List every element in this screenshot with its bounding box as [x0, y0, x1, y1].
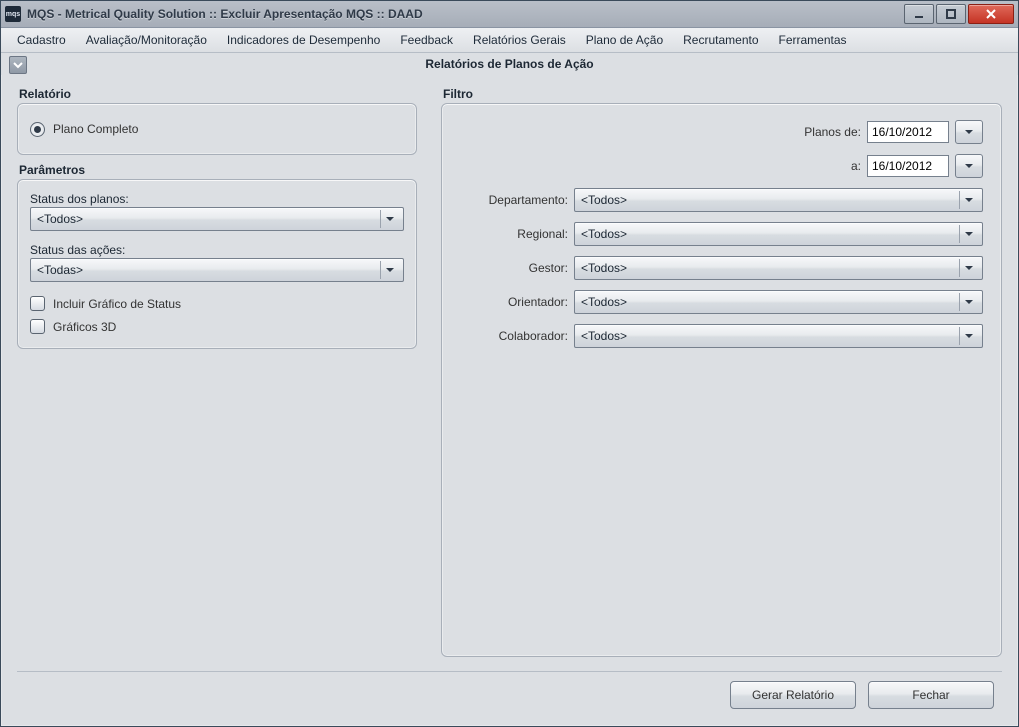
left-column: Relatório Plano Completo Parâmetros Stat… — [17, 83, 417, 667]
menu-indicadores[interactable]: Indicadores de Desempenho — [217, 28, 390, 52]
checkbox-icon — [30, 319, 45, 334]
a-input[interactable] — [867, 155, 949, 177]
gestor-select[interactable]: <Todos> — [574, 256, 983, 280]
a-label: a: — [460, 159, 861, 173]
colaborador-row: Colaborador: <Todos> — [460, 324, 983, 348]
departamento-row: Departamento: <Todos> — [460, 188, 983, 212]
orientador-value: <Todos> — [581, 295, 959, 309]
window-title: MQS - Metrical Quality Solution :: Exclu… — [27, 7, 423, 21]
fechar-label: Fechar — [912, 688, 949, 702]
planos-de-row: Planos de: — [460, 120, 983, 144]
right-column: Filtro Planos de: a: — [441, 83, 1002, 667]
chevron-down-icon — [964, 161, 974, 171]
status-acoes-select[interactable]: <Todas> — [30, 258, 404, 282]
chevron-down-icon — [959, 191, 978, 209]
chevron-down-icon — [13, 60, 23, 70]
menu-cadastro[interactable]: Cadastro — [7, 28, 76, 52]
close-icon — [985, 8, 997, 20]
gerar-relatorio-label: Gerar Relatório — [752, 688, 834, 702]
group-parametros-label: Parâmetros — [17, 163, 417, 179]
incluir-grafico-label: Incluir Gráfico de Status — [53, 297, 181, 311]
planos-de-date-button[interactable] — [955, 120, 983, 144]
gestor-row: Gestor: <Todos> — [460, 256, 983, 280]
departamento-value: <Todos> — [581, 193, 959, 207]
incluir-grafico-check[interactable]: Incluir Gráfico de Status — [30, 292, 404, 315]
page-title: Relatórios de Planos de Ação — [425, 57, 593, 71]
app-icon: mqs — [5, 6, 21, 22]
orientador-select[interactable]: <Todos> — [574, 290, 983, 314]
chevron-down-icon — [964, 127, 974, 137]
window-controls — [904, 4, 1014, 24]
colaborador-select[interactable]: <Todos> — [574, 324, 983, 348]
gestor-value: <Todos> — [581, 261, 959, 275]
menu-avaliacao[interactable]: Avaliação/Monitoração — [76, 28, 217, 52]
chevron-down-icon — [959, 327, 978, 345]
orientador-label: Orientador: — [460, 295, 568, 309]
collapse-panel-button[interactable] — [9, 56, 27, 74]
menu-ferramentas[interactable]: Ferramentas — [769, 28, 857, 52]
content-area: Relatório Plano Completo Parâmetros Stat… — [1, 75, 1018, 671]
group-parametros-frame: Status dos planos: <Todos> Status das aç… — [17, 179, 417, 349]
chevron-down-icon — [959, 259, 978, 277]
close-button[interactable] — [968, 4, 1014, 24]
menu-relatorios-gerais[interactable]: Relatórios Gerais — [463, 28, 576, 52]
graficos-3d-label: Gráficos 3D — [53, 320, 116, 334]
regional-select[interactable]: <Todos> — [574, 222, 983, 246]
menu-feedback[interactable]: Feedback — [390, 28, 463, 52]
radio-icon — [30, 122, 45, 137]
radio-plano-completo-label: Plano Completo — [53, 122, 138, 136]
menu-plano-acao[interactable]: Plano de Ação — [576, 28, 673, 52]
departamento-label: Departamento: — [460, 193, 568, 207]
group-relatorio-label: Relatório — [17, 87, 417, 103]
minimize-button[interactable] — [904, 4, 934, 24]
regional-label: Regional: — [460, 227, 568, 241]
checkbox-icon — [30, 296, 45, 311]
group-filtro-label: Filtro — [441, 87, 1002, 103]
planos-de-label: Planos de: — [460, 125, 861, 139]
group-filtro: Filtro Planos de: a: — [441, 87, 1002, 657]
chevron-down-icon — [380, 261, 399, 279]
colaborador-label: Colaborador: — [460, 329, 568, 343]
minimize-icon — [913, 8, 925, 20]
group-relatorio-frame: Plano Completo — [17, 103, 417, 155]
colaborador-value: <Todos> — [581, 329, 959, 343]
radio-plano-completo[interactable]: Plano Completo — [30, 118, 138, 141]
a-row: a: — [460, 154, 983, 178]
chevron-down-icon — [380, 210, 399, 228]
maximize-button[interactable] — [936, 4, 966, 24]
fechar-button[interactable]: Fechar — [868, 681, 994, 709]
planos-de-input[interactable] — [867, 121, 949, 143]
orientador-row: Orientador: <Todos> — [460, 290, 983, 314]
title-bar: mqs MQS - Metrical Quality Solution :: E… — [1, 1, 1018, 28]
status-acoes-value: <Todas> — [37, 263, 380, 277]
chevron-down-icon — [959, 225, 978, 243]
status-planos-select[interactable]: <Todos> — [30, 207, 404, 231]
status-planos-label: Status dos planos: — [30, 190, 404, 207]
departamento-select[interactable]: <Todos> — [574, 188, 983, 212]
regional-row: Regional: <Todos> — [460, 222, 983, 246]
regional-value: <Todos> — [581, 227, 959, 241]
app-window: mqs MQS - Metrical Quality Solution :: E… — [0, 0, 1019, 727]
menu-bar: Cadastro Avaliação/Monitoração Indicador… — [1, 28, 1018, 53]
page-title-row: Relatórios de Planos de Ação — [1, 53, 1018, 75]
maximize-icon — [945, 8, 957, 20]
footer: Gerar Relatório Fechar — [1, 672, 1018, 726]
gerar-relatorio-button[interactable]: Gerar Relatório — [730, 681, 856, 709]
status-acoes-label: Status das ações: — [30, 241, 404, 258]
a-date-button[interactable] — [955, 154, 983, 178]
filter-selects: Departamento: <Todos> Regional: <Todos> — [460, 188, 983, 348]
gestor-label: Gestor: — [460, 261, 568, 275]
menu-recrutamento[interactable]: Recrutamento — [673, 28, 768, 52]
chevron-down-icon — [959, 293, 978, 311]
group-filtro-frame: Planos de: a: — [441, 103, 1002, 657]
group-relatorio: Relatório Plano Completo — [17, 87, 417, 155]
group-parametros: Parâmetros Status dos planos: <Todos> St… — [17, 163, 417, 349]
status-planos-value: <Todos> — [37, 212, 380, 226]
graficos-3d-check[interactable]: Gráficos 3D — [30, 315, 404, 338]
